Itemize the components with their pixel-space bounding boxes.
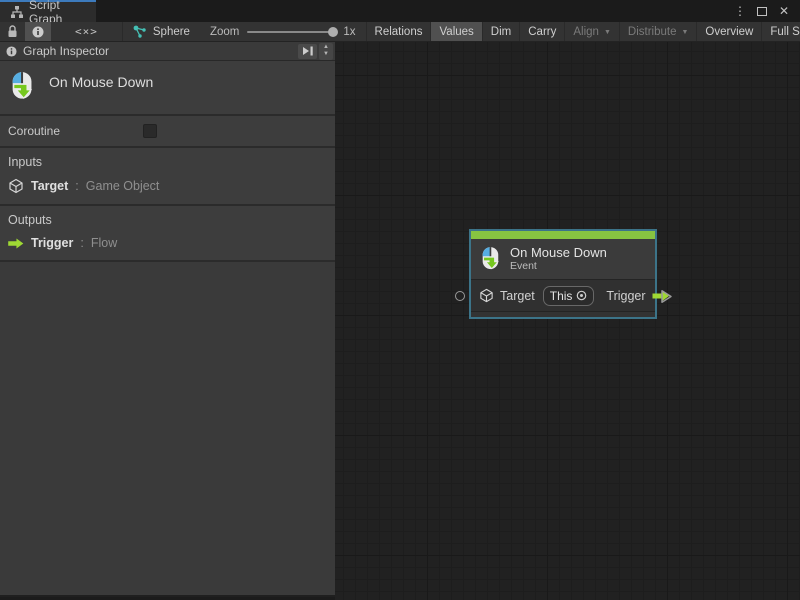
code-preview-button[interactable]: <×> (51, 22, 122, 41)
on-mouse-down-node[interactable]: On Mouse Down Event Target This (469, 229, 657, 319)
graph-owner-reference[interactable]: Sphere (123, 22, 200, 41)
maximize-icon[interactable] (754, 3, 770, 19)
inspector-toggle-button[interactable] (25, 22, 51, 41)
spinner-up-icon: ▲ (323, 44, 329, 51)
node-header[interactable]: On Mouse Down Event (471, 239, 655, 279)
output-port-name: Trigger (31, 236, 73, 250)
tab-script-graph[interactable]: Script Graph (0, 0, 96, 22)
outputs-header: Outputs (8, 213, 327, 227)
cube-icon (8, 178, 24, 194)
zoom-slider-handle[interactable] (328, 27, 338, 37)
trigger-port-label: Trigger (606, 289, 645, 303)
on-mouse-down-icon (479, 246, 501, 272)
input-port-definition: Target : Game Object (8, 178, 327, 194)
full-screen-button[interactable]: Full Screen (762, 22, 800, 41)
panel-title: Graph Inspector (23, 44, 109, 58)
output-connection-port[interactable] (660, 289, 673, 304)
node-title: On Mouse Down (510, 245, 607, 260)
coroutine-checkbox[interactable] (143, 124, 157, 138)
target-port-label: Target (500, 289, 535, 303)
input-connection-port[interactable] (455, 291, 465, 301)
code-icon: <×> (75, 25, 98, 38)
graph-inspector-panel: Graph Inspector ▲ ▼ On Mouse Down (0, 42, 335, 597)
input-port-type: Game Object (86, 179, 160, 193)
graph-inspector-header: Graph Inspector ▲ ▼ (0, 42, 335, 61)
node-color-bar (471, 231, 655, 239)
inspector-empty-area (0, 262, 335, 595)
output-port-type: Flow (91, 236, 117, 250)
chevron-down-icon: ▼ (681, 29, 688, 36)
graph-hierarchy-icon (10, 5, 24, 19)
outputs-section: Outputs Trigger : Flow (0, 206, 335, 260)
unit-inspector-header: On Mouse Down (0, 61, 335, 114)
close-icon[interactable]: ✕ (776, 3, 792, 19)
zoom-value: 1x (343, 26, 355, 38)
chevron-down-icon: ▼ (604, 29, 611, 36)
coroutine-label: Coroutine (8, 124, 60, 138)
zoom-slider[interactable] (247, 31, 335, 33)
overview-button[interactable]: Overview (697, 22, 762, 41)
target-value-chip[interactable]: This (543, 286, 595, 306)
flow-arrow-icon (8, 238, 24, 249)
output-port-definition: Trigger : Flow (8, 236, 327, 250)
kebab-menu-icon[interactable]: ⋮ (732, 3, 748, 19)
carry-button[interactable]: Carry (520, 22, 565, 41)
lock-icon (7, 25, 18, 38)
zoom-control: Zoom 1x (200, 22, 366, 41)
dock-icon (302, 46, 314, 56)
info-icon (32, 26, 44, 38)
toolbar-right-group: Relations Values Dim Carry Align ▼ Distr… (366, 22, 800, 41)
distribute-dropdown[interactable]: Distribute ▼ (620, 22, 698, 41)
zoom-label: Zoom (210, 26, 239, 38)
inputs-header: Inputs (8, 155, 327, 169)
info-icon (6, 46, 17, 57)
relations-button[interactable]: Relations (367, 22, 432, 41)
graph-canvas[interactable]: On Mouse Down Event Target This (335, 42, 800, 600)
values-button[interactable]: Values (431, 22, 482, 41)
spinner-down-icon: ▼ (323, 51, 329, 58)
inputs-section: Inputs Target : Game Object (0, 148, 335, 204)
dim-button[interactable]: Dim (483, 22, 520, 41)
panel-scroll-spinner[interactable]: ▲ ▼ (319, 43, 333, 60)
coroutine-row: Coroutine (0, 116, 335, 146)
on-mouse-down-icon (8, 71, 35, 102)
graph-toolbar: <×> Sphere Zoom 1x Relations (0, 22, 800, 42)
align-dropdown[interactable]: Align ▼ (565, 22, 620, 41)
unit-title: On Mouse Down (49, 71, 153, 90)
node-footer (471, 311, 655, 317)
node-ports-row: Target This Trigger (471, 279, 655, 311)
dock-panel-button[interactable] (298, 44, 317, 59)
input-port-name: Target (31, 179, 68, 193)
toolbar-left-group: <×> Sphere Zoom 1x (0, 22, 366, 41)
script-graph-icon (133, 25, 147, 38)
graph-owner-label: Sphere (153, 26, 190, 38)
tab-bar: Script Graph ⋮ ✕ (0, 0, 800, 22)
node-subtitle: Event (510, 260, 607, 272)
lock-button[interactable] (0, 22, 25, 41)
window-controls: ⋮ ✕ (732, 0, 800, 22)
object-picker-icon[interactable] (576, 290, 587, 301)
cube-icon (479, 288, 494, 303)
